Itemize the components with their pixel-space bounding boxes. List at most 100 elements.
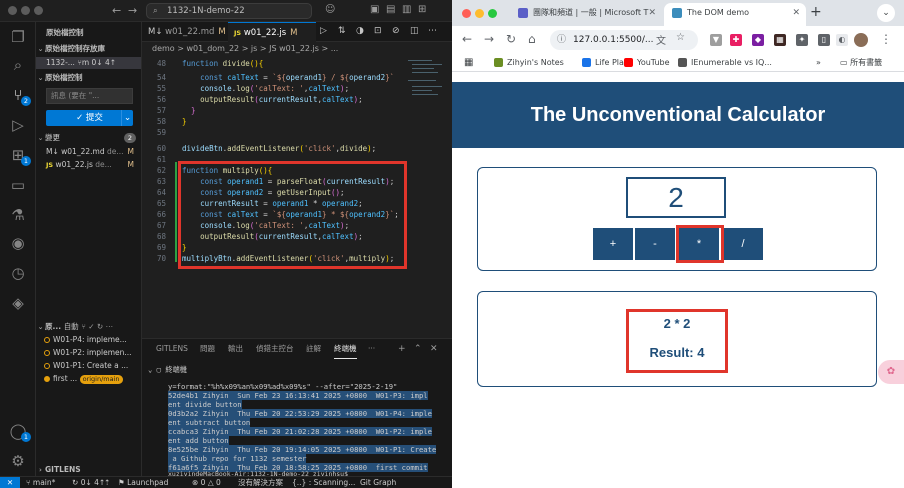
- remote-indicator-icon[interactable]: ✕: [0, 477, 20, 488]
- forward-arrow-icon[interactable]: →: [484, 32, 494, 46]
- docker-icon[interactable]: ◈: [9, 294, 27, 312]
- testing-icon[interactable]: ⚗: [9, 206, 27, 224]
- all-bookmarks-folder[interactable]: ▭ 所有書籤: [840, 54, 882, 72]
- translate-icon[interactable]: 文: [656, 32, 666, 47]
- split-diff-icon[interactable]: ⇅: [338, 26, 346, 36]
- terminal-list-header[interactable]: ⌄ ▢ 終端機: [148, 365, 187, 375]
- bookmark-item[interactable]: IEnumerable vs IQ...: [678, 54, 772, 72]
- forward-arrow-icon[interactable]: →: [128, 4, 137, 17]
- status-launchpad[interactable]: ⚑ Launchpad: [118, 477, 168, 488]
- calculator-display[interactable]: 2: [626, 177, 726, 218]
- new-terminal-icon[interactable]: +: [398, 339, 406, 359]
- close-tab-icon[interactable]: ✕: [792, 3, 800, 23]
- bookmark-item[interactable]: Life Plan: [582, 54, 629, 72]
- close-window-button[interactable]: [462, 9, 471, 18]
- browser-tab-teams[interactable]: 團隊和頻道 | 一般 | Microsoft T ✕: [510, 3, 662, 26]
- panel-tab-problems[interactable]: 問題: [200, 339, 215, 359]
- graph-toolbar-icons[interactable]: ⑂ ✓ ↻ ⋯: [81, 322, 113, 331]
- graph-item[interactable]: first ... origin/main: [36, 373, 142, 385]
- open-changes-icon[interactable]: ⊡: [374, 26, 382, 36]
- extension-icon[interactable]: ◆: [752, 34, 764, 46]
- repo-item[interactable]: 1132-... ⑂m 0↓ 4↑: [36, 57, 141, 69]
- panel-tab-debug-console[interactable]: 偵錯主控台: [256, 339, 294, 359]
- tab-md[interactable]: M↓ w01_22.md M: [142, 22, 228, 42]
- commit-button[interactable]: ✓ 提交 ⌄: [46, 110, 133, 126]
- gitlens-section-header[interactable]: › GITLENS: [36, 464, 142, 476]
- commit-message-input[interactable]: 訊息 (要在 "...: [46, 88, 133, 104]
- graph-section-header[interactable]: ⌄ 原... 自動 ⑂ ✓ ↻ ⋯: [36, 321, 142, 333]
- back-arrow-icon[interactable]: ←: [112, 4, 121, 17]
- site-info-icon[interactable]: ⓘ: [557, 30, 566, 50]
- chevron-down-icon[interactable]: ⌄: [121, 110, 133, 126]
- explorer-icon[interactable]: ❐: [9, 28, 27, 46]
- bookmark-item[interactable]: YouTube: [624, 54, 670, 72]
- command-center-search[interactable]: ⌕ 1132-1N-demo-22: [146, 3, 312, 19]
- search-icon[interactable]: ⌕: [9, 56, 27, 74]
- run-icon[interactable]: ▷: [320, 26, 327, 36]
- avatar[interactable]: [854, 33, 868, 47]
- copilot-icon[interactable]: ☺: [325, 4, 335, 15]
- kebab-menu-icon[interactable]: ⋮: [880, 32, 892, 46]
- close-window-button[interactable]: [8, 6, 17, 15]
- extension-icon[interactable]: ▦: [774, 34, 786, 46]
- status-no-issues[interactable]: 沒有解決方案: [238, 477, 283, 488]
- split-editor-icon[interactable]: ◫: [410, 26, 419, 36]
- panel-tab-output[interactable]: 輸出: [228, 339, 243, 359]
- maximize-panel-icon[interactable]: ⌃: [414, 339, 422, 359]
- reload-icon[interactable]: ↻: [506, 32, 516, 46]
- graph-item[interactable]: W01-P4: impleme...: [36, 334, 142, 346]
- status-sync[interactable]: ↻ 0↓ 4↑: [72, 477, 105, 488]
- manage-gear-icon[interactable]: ⚙: [9, 452, 27, 470]
- zoom-window-button[interactable]: [34, 6, 43, 15]
- close-tab-icon[interactable]: ✕: [648, 3, 656, 23]
- extension-icon[interactable]: ✚: [730, 34, 742, 46]
- home-icon[interactable]: ⌂: [528, 32, 536, 46]
- new-tab-icon[interactable]: +: [810, 4, 822, 20]
- bookmarks-more-icon[interactable]: »: [816, 54, 821, 72]
- tab-js[interactable]: JS w01_22.js M: [228, 22, 316, 42]
- panel-tab-gitlens[interactable]: GITLENS: [156, 339, 188, 359]
- toggle-secondary-sidebar-icon[interactable]: ▥: [402, 4, 411, 15]
- bookmark-star-icon[interactable]: ☆: [676, 32, 685, 43]
- timeline-icon[interactable]: ◷: [9, 264, 27, 282]
- more-actions-icon[interactable]: ⋯: [428, 26, 437, 36]
- breadcrumb[interactable]: demo > w01_dom_22 > js > JS w01_22.js > …: [142, 42, 452, 56]
- close-panel-icon[interactable]: ✕: [430, 339, 438, 359]
- apps-grid-icon[interactable]: ▦: [464, 54, 473, 72]
- panel-more-icon[interactable]: ···: [368, 339, 375, 359]
- panel-tab-comments[interactable]: 註解: [306, 339, 321, 359]
- run-debug-icon[interactable]: ▷: [9, 116, 27, 134]
- status-publish-icon[interactable]: ⇡: [104, 477, 110, 488]
- toggle-panel-icon[interactable]: ▤: [386, 4, 395, 15]
- sidepanel-icon[interactable]: ▯: [818, 34, 830, 46]
- profile-badge-icon[interactable]: ◐: [836, 34, 848, 46]
- status-git-graph[interactable]: Git Graph: [360, 477, 396, 488]
- graph-item[interactable]: W01-P2: implemen...: [36, 347, 142, 359]
- minimize-window-button[interactable]: [475, 9, 484, 18]
- changes-header[interactable]: ⌄ 變更 2: [36, 132, 141, 144]
- divide-button[interactable]: /: [723, 228, 763, 260]
- changed-file-js[interactable]: JS w01_22.js de... M: [36, 159, 141, 171]
- add-button[interactable]: +: [593, 228, 633, 260]
- status-branch[interactable]: ⑂ main*: [26, 477, 55, 488]
- tab-search-chevron-icon[interactable]: ⌄: [877, 4, 895, 22]
- minimize-window-button[interactable]: [21, 6, 30, 15]
- toggle-sidebar-icon[interactable]: ▣: [370, 4, 379, 15]
- customize-layout-icon[interactable]: ⊞: [418, 4, 426, 15]
- status-scanning[interactable]: {..} : Scanning...: [292, 477, 355, 488]
- extensions-puzzle-icon[interactable]: ✦: [796, 34, 808, 46]
- back-arrow-icon[interactable]: ←: [462, 32, 472, 46]
- gitlens-icon[interactable]: ◉: [9, 234, 27, 252]
- bookmark-item[interactable]: Zihyin's Notes: [494, 54, 564, 72]
- repos-section-header[interactable]: ⌄ 原始檔控制存放庫: [36, 43, 141, 55]
- browser-tab-dom-demo[interactable]: The DOM demo ✕: [664, 3, 806, 26]
- remote-explorer-icon[interactable]: ▭: [9, 176, 27, 194]
- extension-icon[interactable]: ▼: [710, 34, 722, 46]
- status-problems[interactable]: ⊗ 0 △ 0: [192, 477, 221, 488]
- zoom-window-button[interactable]: [488, 9, 497, 18]
- git-compare-icon[interactable]: ◑: [356, 26, 364, 36]
- scm-section-header[interactable]: ⌄ 原始檔控制: [36, 72, 141, 84]
- panel-tab-terminal[interactable]: 終端機: [334, 339, 357, 359]
- changed-file-md[interactable]: M↓ w01_22.md de... M: [36, 146, 141, 158]
- history-icon[interactable]: ⊘: [392, 26, 400, 36]
